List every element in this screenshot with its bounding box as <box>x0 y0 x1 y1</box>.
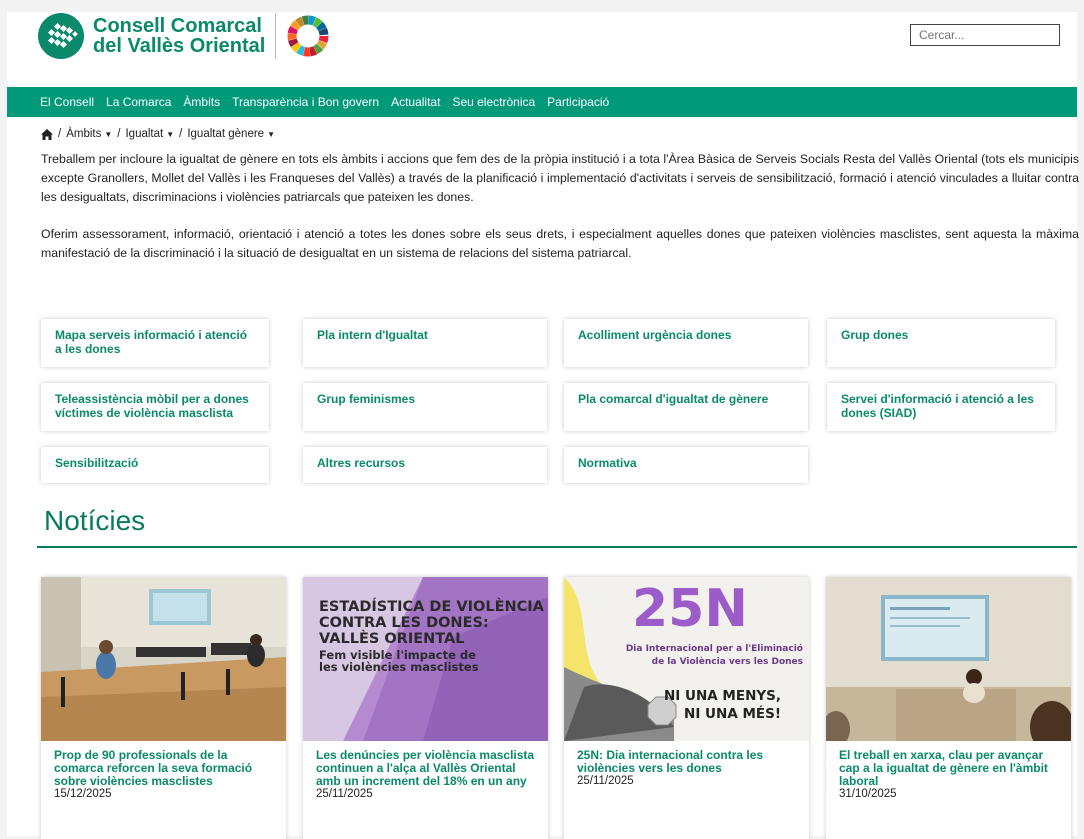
card-label: Grup dones <box>841 328 909 342</box>
news-card[interactable]: 25N Dia Internacional per a l'Eliminació… <box>564 577 809 839</box>
card-siad[interactable]: Servei d'informació i atenció a les done… <box>827 383 1055 431</box>
news-card[interactable]: Prop de 90 professionals de la comarca r… <box>41 577 286 839</box>
card-pla-intern[interactable]: Pla intern d'Igualtat <box>303 319 547 367</box>
news-date: 25/11/2025 <box>577 775 634 787</box>
nav-item-actualitat[interactable]: Actualitat <box>391 95 440 109</box>
news-title[interactable]: Prop de 90 professionals de la comarca r… <box>54 749 276 788</box>
breadcrumb-item-igualtat[interactable]: Igualtat ▼ <box>125 128 174 140</box>
caret-down-icon: ▼ <box>267 130 275 139</box>
breadcrumb: / Àmbits ▼ / Igualtat ▼ / Igualtat gènere ▼ <box>41 128 275 140</box>
logo-text: Consell Comarcal del Vallès Oriental <box>93 16 265 56</box>
search-input[interactable] <box>910 24 1060 46</box>
nav-item-la-comarca[interactable]: La Comarca <box>106 95 171 109</box>
sdg-wheel-icon <box>287 15 329 57</box>
news-image-training-room[interactable] <box>41 577 286 741</box>
card-altres-recursos[interactable]: Altres recursos <box>303 447 547 483</box>
news-divider <box>37 546 1077 548</box>
card-sensibilitzacio[interactable]: Sensibilització <box>41 447 269 483</box>
image-headline: CONTRA LES DONES: <box>319 615 489 631</box>
image-day-text: Dia Internacional per a l'Eliminació de … <box>626 643 803 669</box>
image-headline: ESTADÍSTICA DE VIOLÈNCIA <box>319 599 544 615</box>
card-label: Servei d'informació i atenció a les done… <box>841 392 1034 420</box>
image-slogan-line: NI UNA MENYS, <box>663 688 781 704</box>
news-date: 15/12/2025 <box>54 788 112 800</box>
card-label: Mapa serveis informació i atenció a les … <box>55 328 248 356</box>
breadcrumb-separator: / <box>58 128 62 140</box>
image-line: de la Violència vers les Dones <box>651 657 803 667</box>
news-title[interactable]: 25N: Dia internacional contra les violèn… <box>577 749 799 775</box>
news-title[interactable]: El treball en xarxa, clau per avançar ca… <box>839 749 1061 788</box>
news-card[interactable]: ESTADÍSTICA DE VIOLÈNCIA CONTRA LES DONE… <box>303 577 548 839</box>
card-label: Altres recursos <box>317 456 406 470</box>
intro-paragraph-2: Oferim assessorament, informació, orient… <box>41 227 1079 260</box>
image-subtitle: les violències masclistes <box>319 660 479 674</box>
card-label: Acolliment urgència dones <box>578 328 732 342</box>
card-acolliment[interactable]: Acolliment urgència dones <box>564 319 808 367</box>
site-header: Consell Comarcal del Vallès Oriental <box>7 12 1077 84</box>
news-caption: Prop de 90 professionals de la comarca r… <box>54 749 276 801</box>
logo-line1: Consell Comarcal <box>93 15 262 37</box>
news-title[interactable]: Les denúncies per violència masclista co… <box>316 749 538 788</box>
breadcrumb-label: Igualtat <box>125 128 164 140</box>
breadcrumb-label: Àmbits <box>66 128 102 140</box>
card-normativa[interactable]: Normativa <box>564 447 808 483</box>
caret-down-icon: ▼ <box>104 130 113 139</box>
breadcrumb-separator: / <box>179 128 183 140</box>
news-caption: 25N: Dia internacional contra les violèn… <box>577 749 799 788</box>
site-logo[interactable]: Consell Comarcal del Vallès Oriental <box>37 12 330 60</box>
card-label: Pla comarcal d'igualtat de gènere <box>578 392 769 406</box>
nav-item-transparencia[interactable]: Transparència i Bon govern <box>232 95 379 109</box>
card-label: Grup feminismes <box>317 392 416 406</box>
home-icon[interactable] <box>41 128 53 140</box>
nav-item-ambits[interactable]: Àmbits <box>183 95 220 109</box>
card-teleassistencia[interactable]: Teleassistència mòbil per a dones víctim… <box>41 383 269 431</box>
logo-line2: del Vallès Oriental <box>93 35 266 57</box>
breadcrumb-label: Igualtat gènere <box>187 128 265 140</box>
nav-item-participacio[interactable]: Participació <box>547 95 609 109</box>
image-line: Dia Internacional per a l'Eliminació <box>625 644 803 654</box>
card-grup-feminismes[interactable]: Grup feminismes <box>303 383 547 431</box>
logo-divider <box>275 13 277 59</box>
caret-down-icon: ▼ <box>166 130 175 139</box>
news-image-conference[interactable] <box>826 577 1071 741</box>
page: Consell Comarcal del Vallès Oriental Cer… <box>7 12 1079 839</box>
main-nav: El Consell La Comarca Àmbits Transparènc… <box>7 87 1077 117</box>
image-slogan-line: NI UNA MÉS! <box>684 706 781 722</box>
news-image-25n[interactable]: 25N Dia Internacional per a l'Eliminació… <box>564 577 809 741</box>
news-heading: Notícies <box>44 505 146 536</box>
news-caption: El treball en xarxa, clau per avançar ca… <box>839 749 1061 801</box>
news-card[interactable]: El treball en xarxa, clau per avançar ca… <box>826 577 1071 839</box>
news-image-statistics[interactable]: ESTADÍSTICA DE VIOLÈNCIA CONTRA LES DONE… <box>303 577 548 741</box>
card-label: Pla intern d'Igualtat <box>317 328 428 342</box>
news-image-text: ESTADÍSTICA DE VIOLÈNCIA CONTRA LES DONE… <box>319 599 544 673</box>
breadcrumb-separator: / <box>117 128 121 140</box>
news-date: 25/11/2025 <box>316 788 373 800</box>
card-label: Normativa <box>578 456 637 470</box>
news-caption: Les denúncies per violència masclista co… <box>316 749 538 801</box>
image-headline: VALLÈS ORIENTAL <box>319 631 465 647</box>
nav-item-el-consell[interactable]: El Consell <box>40 95 94 109</box>
card-mapa-serveis[interactable]: Mapa serveis informació i atenció a les … <box>41 319 269 367</box>
nav-item-seu-electronica[interactable]: Seu electrònica <box>452 95 535 109</box>
breadcrumb-item-ambits[interactable]: Àmbits ▼ <box>66 128 112 140</box>
image-big-number: 25N <box>632 579 748 639</box>
card-grup-dones[interactable]: Grup dones <box>827 319 1055 367</box>
image-slogan: NI UNA MENYS, NI UNA MÉS! <box>664 687 781 723</box>
logo-mark-icon <box>38 13 84 59</box>
breadcrumb-item-igualtat-genere[interactable]: Igualtat gènere ▼ <box>187 128 275 140</box>
intro-paragraph-1: Treballem per incloure la igualtat de gè… <box>41 152 1079 204</box>
card-label: Teleassistència mòbil per a dones víctim… <box>55 392 249 420</box>
card-pla-comarcal[interactable]: Pla comarcal d'igualtat de gènere <box>564 383 808 431</box>
news-date: 31/10/2025 <box>839 788 897 800</box>
card-label: Sensibilització <box>55 456 139 470</box>
